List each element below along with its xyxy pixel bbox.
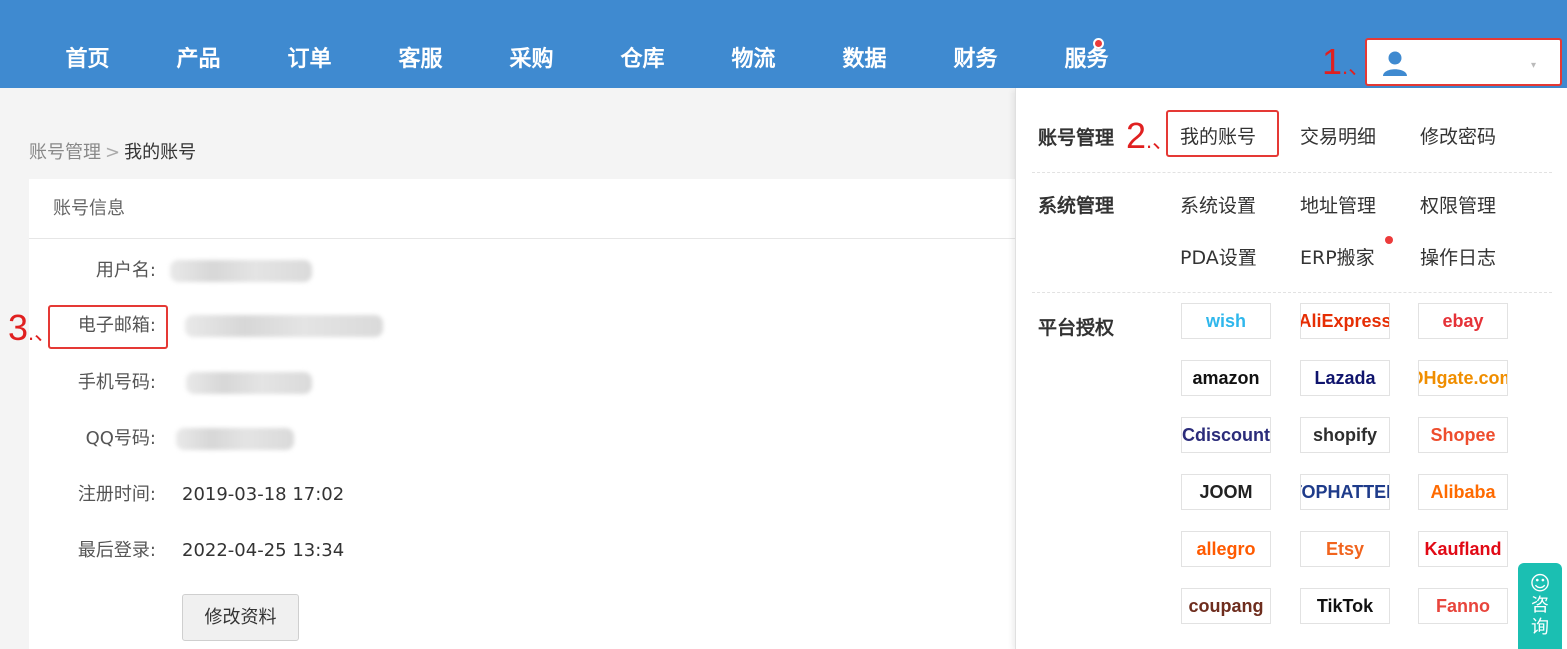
email-highlight-box	[48, 305, 168, 349]
annotation-1-number: 1	[1322, 41, 1343, 82]
email-value-redacted	[185, 315, 383, 337]
username-label: 用户名:	[95, 260, 156, 281]
annotation-3: 3.、	[8, 307, 57, 348]
notification-dot	[1385, 236, 1393, 244]
user-menu-button[interactable]: ▾	[1365, 38, 1562, 86]
section-system-mgmt: 系统管理	[1038, 195, 1115, 217]
main-nav: 首页 产品 订单 客服 采购 仓库 物流 数据 财务 服务	[32, 38, 1142, 80]
platform-logo-kaufland[interactable]: Kaufland	[1418, 531, 1508, 567]
link-pda-settings[interactable]: PDA设置	[1180, 243, 1257, 270]
platform-logo-allegro[interactable]: allegro	[1181, 531, 1271, 567]
section-platform-auth: 平台授权	[1038, 317, 1115, 339]
link-erp-migration[interactable]: ERP搬家	[1300, 243, 1375, 270]
chevron-down-icon: ▾	[1530, 60, 1536, 71]
divider	[1032, 292, 1552, 293]
link-system-settings[interactable]: 系统设置	[1180, 191, 1256, 218]
breadcrumb-parent[interactable]: 账号管理	[29, 142, 101, 163]
breadcrumb: 账号管理 > 我的账号	[29, 138, 196, 164]
annotation-3-mark: 、	[34, 320, 57, 345]
platform-logo-aliexpress[interactable]: AliExpress	[1300, 303, 1390, 339]
platform-logo-wish[interactable]: wish	[1181, 303, 1271, 339]
username-value-redacted	[170, 260, 312, 282]
consult-label: 咨询	[1531, 595, 1549, 638]
notification-dot	[1093, 38, 1104, 49]
field-qq: QQ号码:	[0, 424, 400, 454]
user-dropdown-menu: 账号管理 2.、 我的账号 交易明细 修改密码 系统管理 系统设置 地址管理 权…	[1015, 88, 1567, 649]
nav-products[interactable]: 产品	[143, 40, 254, 80]
lastlogin-value: 2022-04-25 13:34	[182, 540, 345, 561]
register-value: 2019-03-18 17:02	[182, 484, 345, 505]
headset-icon: ☺	[1529, 571, 1551, 595]
annotation-2-number: 2	[1126, 115, 1147, 156]
card-title: 账号信息	[29, 179, 1029, 239]
link-operation-log[interactable]: 操作日志	[1420, 243, 1496, 270]
platform-logo-etsy[interactable]: Etsy	[1300, 531, 1390, 567]
user-icon	[1383, 51, 1407, 76]
field-register-time: 注册时间: 2019-03-18 17:02	[0, 480, 420, 510]
platform-logo-joom[interactable]: JOOM	[1181, 474, 1271, 510]
annotation-1: 1.、	[1322, 41, 1371, 82]
link-address-mgmt[interactable]: 地址管理	[1300, 191, 1376, 218]
platform-logo-tophatter[interactable]: TOPHATTER	[1300, 474, 1390, 510]
platform-logo-ebay[interactable]: ebay	[1418, 303, 1508, 339]
nav-services[interactable]: 服务	[1031, 38, 1142, 80]
consult-button[interactable]: ☺ 咨询	[1518, 563, 1562, 649]
field-username: 用户名:	[0, 256, 400, 286]
nav-home[interactable]: 首页	[32, 40, 143, 80]
nav-finance[interactable]: 财务	[920, 40, 1031, 80]
platform-logo-shopify[interactable]: shopify	[1300, 417, 1390, 453]
nav-logistics[interactable]: 物流	[698, 40, 809, 80]
link-change-password[interactable]: 修改密码	[1420, 122, 1496, 149]
nav-services-label: 服务	[1064, 47, 1109, 72]
section-account-mgmt: 账号管理	[1038, 127, 1115, 149]
link-my-account[interactable]: 我的账号	[1180, 122, 1256, 149]
top-nav-bar: 首页 产品 订单 客服 采购 仓库 物流 数据 财务 服务 1.、 ▾	[0, 0, 1567, 88]
account-info-card: 账号信息	[29, 179, 1029, 649]
qq-label: QQ号码:	[85, 428, 156, 449]
field-phone: 手机号码:	[0, 368, 400, 398]
platform-logo-fanno[interactable]: Fanno	[1418, 588, 1508, 624]
link-permissions[interactable]: 权限管理	[1420, 191, 1496, 218]
platform-logo-shopee[interactable]: Shopee	[1418, 417, 1508, 453]
breadcrumb-separator: >	[105, 142, 121, 163]
nav-warehouse[interactable]: 仓库	[587, 40, 698, 80]
lastlogin-label: 最后登录:	[77, 540, 156, 561]
platform-logo-coupang[interactable]: coupang	[1181, 588, 1271, 624]
field-last-login: 最后登录: 2022-04-25 13:34	[0, 536, 420, 566]
nav-customer-service[interactable]: 客服	[365, 40, 476, 80]
phone-label: 手机号码:	[77, 372, 156, 393]
phone-value-redacted	[186, 372, 312, 394]
divider	[1032, 172, 1552, 173]
platform-logo-cdiscount[interactable]: Cdiscount	[1181, 417, 1271, 453]
qq-value-redacted	[176, 428, 294, 450]
nav-orders[interactable]: 订单	[254, 40, 365, 80]
register-label: 注册时间:	[77, 484, 156, 505]
link-transactions[interactable]: 交易明细	[1300, 122, 1376, 149]
platform-logo-dhgate-com[interactable]: DHgate.com	[1418, 360, 1508, 396]
platform-logo-amazon[interactable]: amazon	[1181, 360, 1271, 396]
platform-logo-lazada[interactable]: Lazada	[1300, 360, 1390, 396]
platform-logo-alibaba[interactable]: Alibaba	[1418, 474, 1508, 510]
platform-logo-tiktok[interactable]: TikTok	[1300, 588, 1390, 624]
breadcrumb-current: 我的账号	[124, 142, 197, 163]
nav-data[interactable]: 数据	[809, 40, 920, 80]
edit-profile-button[interactable]: 修改资料	[182, 594, 299, 641]
nav-purchasing[interactable]: 采购	[476, 40, 587, 80]
annotation-3-number: 3	[8, 307, 29, 348]
